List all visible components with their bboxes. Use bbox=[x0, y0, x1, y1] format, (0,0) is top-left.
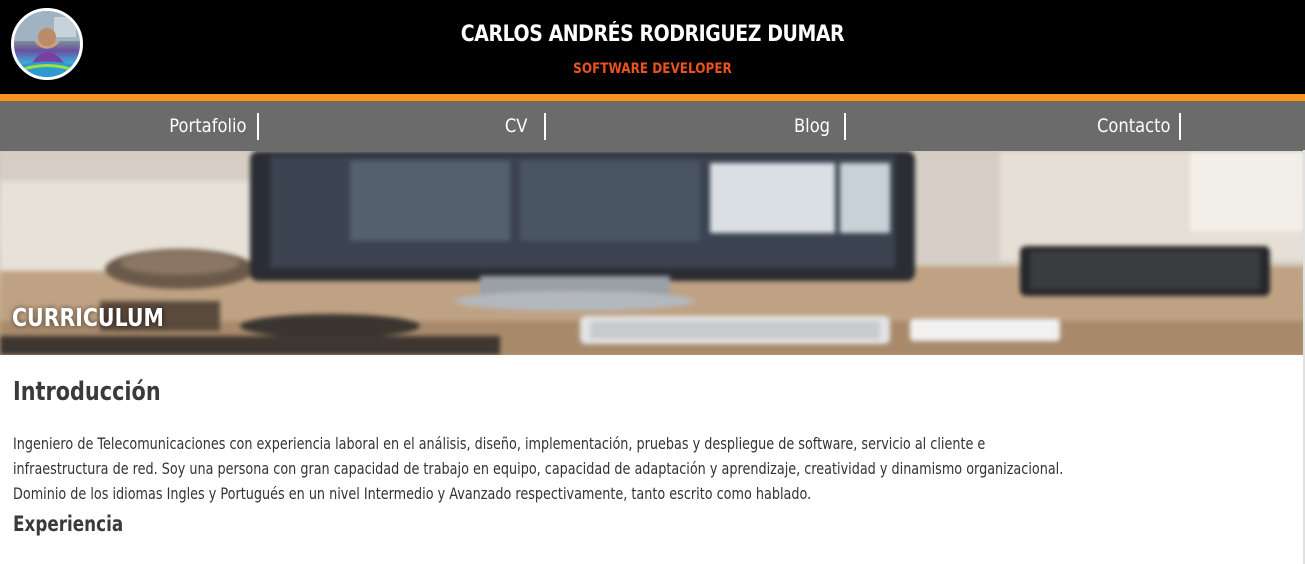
intro-heading: Introducción bbox=[13, 377, 161, 407]
main-navigation: Portafolio CV Blog Contacto bbox=[0, 101, 1305, 151]
nav-separator bbox=[544, 113, 546, 140]
nav-separator bbox=[1179, 113, 1181, 140]
site-owner-name: CARLOS ANDRÉS RODRIGUEZ DUMAR bbox=[460, 22, 845, 47]
nav-item-cv[interactable]: CV bbox=[503, 101, 529, 151]
nav-item-label: Portafolio bbox=[169, 115, 247, 137]
nav-item-blog[interactable]: Blog bbox=[791, 101, 833, 151]
experience-heading: Experiencia bbox=[13, 512, 124, 536]
nav-item-contacto[interactable]: Contacto bbox=[1091, 101, 1177, 151]
desk-background-image bbox=[0, 151, 1305, 355]
site-owner-role: SOFTWARE DEVELOPER bbox=[573, 61, 732, 77]
accent-divider bbox=[0, 94, 1305, 101]
main-content: Introducción Ingeniero de Telecomunicaci… bbox=[0, 377, 1305, 536]
intro-paragraph: Ingeniero de Telecomunicaciones con expe… bbox=[13, 434, 1064, 503]
nav-item-label: Contacto bbox=[1096, 115, 1171, 137]
nav-separator bbox=[257, 113, 259, 140]
nav-item-portafolio[interactable]: Portafolio bbox=[163, 101, 253, 151]
site-header: CARLOS ANDRÉS RODRIGUEZ DUMAR SOFTWARE D… bbox=[0, 0, 1305, 94]
nav-item-label: Blog bbox=[793, 115, 831, 137]
hero-banner: CURRICULUM bbox=[0, 151, 1305, 355]
profile-avatar[interactable] bbox=[11, 8, 83, 80]
page-title: CURRICULUM bbox=[12, 303, 164, 332]
nav-separator bbox=[844, 113, 846, 140]
nav-item-label: CV bbox=[504, 115, 528, 137]
